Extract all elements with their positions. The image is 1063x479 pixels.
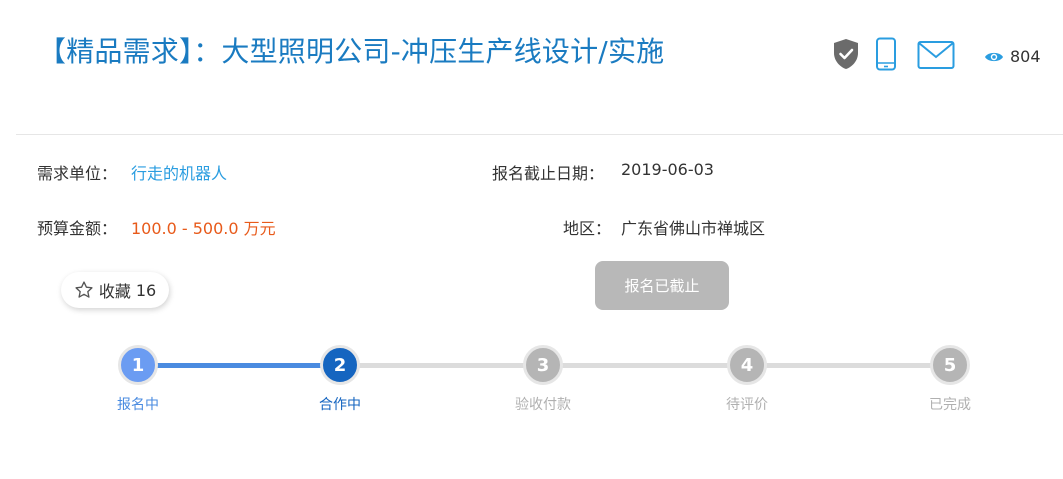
step-label-3: 验收付款	[515, 397, 571, 413]
progress-steps: 1 报名中 2 合作中 3 验收付款 4 待评价 5 已完成	[0, 0, 1063, 479]
eye-icon	[985, 52, 1003, 62]
view-count: 804	[1010, 47, 1041, 66]
step-label-1: 报名中	[117, 397, 159, 413]
deadline-label: 报名截止日期：	[492, 164, 605, 183]
progress-track	[138, 363, 340, 368]
progress-track	[747, 363, 950, 368]
progress-track	[543, 363, 747, 368]
region-value: 广东省佛山市禅城区	[621, 219, 766, 238]
step-3: 3	[523, 345, 563, 385]
favorite-button[interactable]: 收藏 16	[61, 272, 169, 308]
star-icon	[75, 281, 93, 298]
step-1: 1	[118, 345, 158, 385]
page-title: 【精品需求】：大型照明公司-冲压生产线设计/实施	[38, 35, 665, 68]
favorite-label: 收藏	[98, 282, 131, 301]
org-link[interactable]: 行走的机器人	[131, 160, 227, 184]
step-5: 5	[930, 345, 970, 385]
mail-icon[interactable]	[917, 40, 955, 70]
step-label-5: 已完成	[929, 397, 971, 413]
step-4: 4	[727, 345, 767, 385]
org-label: 需求单位：	[37, 164, 118, 183]
budget-value: 100.0 - 500.0 万元	[131, 219, 276, 238]
region-label: 地区：	[563, 219, 612, 238]
budget-label: 预算金额：	[37, 219, 118, 238]
header-divider	[16, 134, 1063, 135]
step-label-2: 合作中	[319, 397, 361, 413]
shield-check-icon[interactable]	[833, 38, 859, 70]
progress-track	[340, 363, 543, 368]
favorite-count: 16	[135, 280, 157, 300]
phone-icon[interactable]	[875, 37, 897, 71]
step-2: 2	[320, 345, 360, 385]
signup-closed-button[interactable]: 报名已截止	[595, 261, 729, 310]
step-label-4: 待评价	[726, 397, 768, 413]
deadline-value: 2019-06-03	[621, 160, 714, 179]
